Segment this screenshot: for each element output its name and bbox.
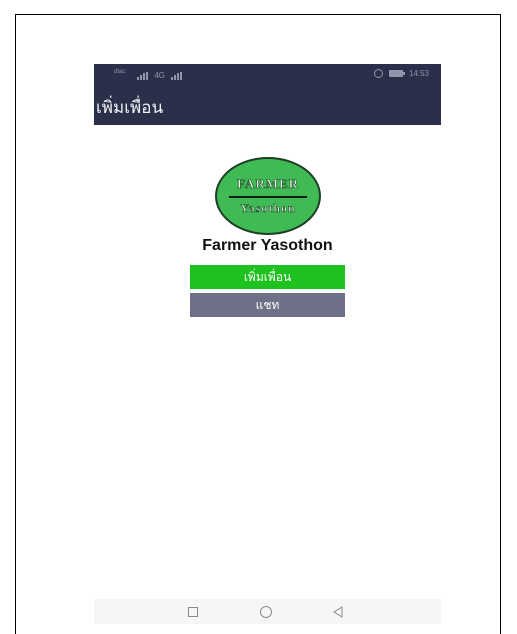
logo-text-yasothon: Yasothon — [240, 201, 296, 216]
recent-apps-icon[interactable] — [188, 607, 198, 617]
status-bar: dtac 4G 14:53 — [94, 64, 441, 86]
home-icon[interactable] — [260, 606, 272, 618]
logo-divider — [229, 196, 307, 198]
profile-avatar: FARMER Yasothon — [215, 157, 321, 235]
app-header: เพิ่มเพื่อน — [94, 86, 441, 125]
network-type: 4G — [154, 70, 166, 80]
alarm-icon — [373, 69, 383, 78]
status-right: 14:53 — [373, 69, 429, 78]
navigation-bar — [94, 599, 441, 624]
carrier-label: dtac — [114, 69, 125, 81]
profile-name: Farmer Yasothon — [202, 237, 333, 254]
signal-icon: 4G — [137, 70, 183, 80]
battery-icon — [388, 70, 405, 77]
status-time: 14:53 — [408, 69, 429, 78]
carrier-name: dtac — [114, 69, 126, 75]
logo-text-farmer: FARMER — [236, 176, 300, 192]
status-left: dtac 4G — [114, 69, 183, 81]
phone-screen: dtac 4G 14:53 เพิ่มเพื่อน FARMER Yasotho… — [94, 64, 441, 624]
add-friend-button[interactable]: เพิ่มเพื่อน — [190, 265, 345, 289]
back-icon[interactable] — [332, 606, 344, 618]
page-title: เพิ่มเพื่อน — [96, 98, 164, 118]
chat-button[interactable]: แชท — [190, 293, 345, 317]
